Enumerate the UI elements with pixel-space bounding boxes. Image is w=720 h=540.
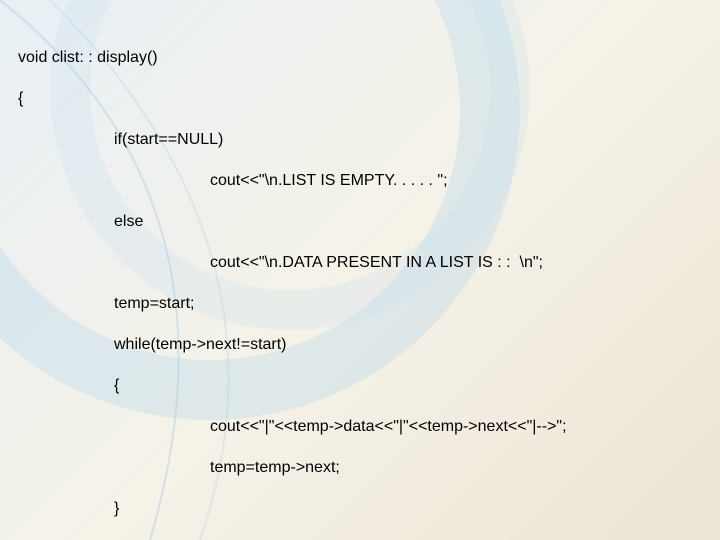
code-line: cout<<"|"<<temp->data<<"|"<<temp->next<<…	[18, 417, 720, 437]
code-line: temp=start;	[18, 294, 720, 314]
code-line: cout<<"\n.DATA PRESENT IN A LIST IS : : …	[18, 253, 720, 273]
code-line: }	[18, 499, 720, 519]
code-line: cout<<"\n.LIST IS EMPTY. . . . . ";	[18, 171, 720, 191]
code-line: if(start==NULL)	[18, 130, 720, 150]
code-line: while(temp->next!=start)	[18, 335, 720, 355]
code-line: void clist: : display()	[18, 48, 720, 68]
code-line: else	[18, 212, 720, 232]
code-line: temp=temp->next;	[18, 458, 720, 478]
code-block: void clist: : display() { if(start==NULL…	[0, 0, 720, 540]
code-line: {	[18, 89, 720, 109]
code-line: {	[18, 376, 720, 396]
